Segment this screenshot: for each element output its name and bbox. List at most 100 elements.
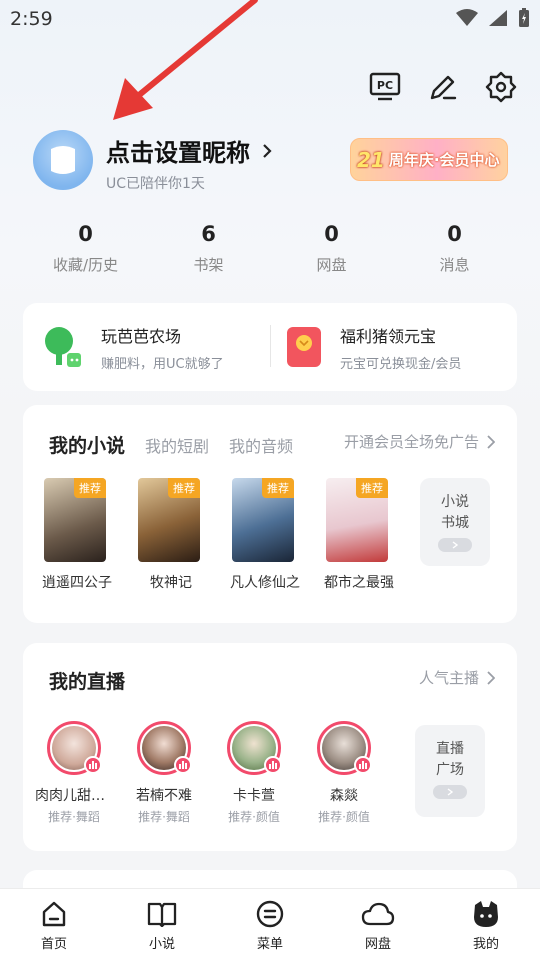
streamer-name: 若楠不难 <box>136 788 192 804</box>
anniversary-number: 21 <box>357 147 385 172</box>
stat-label: 网盘 <box>316 256 347 274</box>
live-indicator-icon <box>84 756 102 774</box>
streamer-tag: 推荐·舞蹈 <box>48 810 100 824</box>
set-nickname-link[interactable]: 点击设置昵称 <box>106 133 272 168</box>
chevron-right-icon <box>263 143 272 158</box>
wifi-icon <box>456 9 478 26</box>
nav-novel[interactable]: 小说 <box>108 889 216 960</box>
recommend-tag: 推荐 <box>356 478 388 498</box>
streamer-item[interactable]: 卡卡萱 推荐·颜值 <box>215 721 293 825</box>
book-title: 逍遥四公子 <box>42 575 112 591</box>
pig-promo[interactable]: 福利猪领元宝 元宝可兑换现金/会员 <box>270 323 517 372</box>
streamer-name: 森燚 <box>330 788 358 804</box>
promo-title: 福利猪领元宝 <box>340 326 437 346</box>
status-icons <box>456 8 530 28</box>
live-indicator-icon <box>354 756 372 774</box>
vip-center-button[interactable]: 21 周年庆·会员中心 <box>350 138 508 181</box>
streamer-item[interactable]: 肉肉儿甜歌… 推荐·舞蹈 <box>35 721 113 825</box>
nav-mine[interactable]: 我的 <box>432 889 540 960</box>
streamer-list: 肉肉儿甜歌… 推荐·舞蹈 若楠不难 推荐·舞蹈 卡卡萱 推荐·颜值 森燚 推荐·… <box>35 721 383 825</box>
live-plaza-button[interactable]: 直播 广场 <box>415 725 485 817</box>
book-item[interactable]: 推荐 牧神记 <box>133 478 205 592</box>
streamer-name: 肉肉儿甜歌… <box>35 788 113 804</box>
live-indicator-icon <box>174 756 192 774</box>
farm-promo[interactable]: 玩芭芭农场 赚肥料，用UC就够了 <box>23 323 270 372</box>
tab-my-novels[interactable]: 我的小说 <box>49 431 125 458</box>
popular-hosts-label: 人气主播 <box>418 669 479 687</box>
book-title: 都市之最强 <box>324 575 394 591</box>
recommend-tag: 推荐 <box>262 478 294 498</box>
tree-icon <box>45 327 81 367</box>
signal-icon <box>489 10 507 26</box>
novel-store-line2: 书城 <box>441 515 469 531</box>
pc-button[interactable]: PC <box>368 70 402 104</box>
chevron-right-icon <box>487 670 495 685</box>
nav-label: 菜单 <box>256 937 283 952</box>
book-title: 凡人修仙之 <box>230 575 300 591</box>
nav-label: 网盘 <box>364 937 391 952</box>
vip-center-label: 周年庆·会员中心 <box>388 151 500 169</box>
tab-my-audio[interactable]: 我的音频 <box>229 433 293 457</box>
stat-favorites[interactable]: 0 收藏/历史 <box>24 222 147 275</box>
novel-store-button[interactable]: 小说 书城 <box>420 478 490 566</box>
streamer-tag: 推荐·颜值 <box>228 810 280 824</box>
nav-menu[interactable]: 菜单 <box>216 889 324 960</box>
book-item[interactable]: 推荐 凡人修仙之 <box>227 478 300 592</box>
settings-button[interactable] <box>484 70 518 104</box>
nav-cloud[interactable]: 网盘 <box>324 889 432 960</box>
nickname-text: 点击设置昵称 <box>106 139 250 167</box>
status-time: 2:59 <box>10 8 53 30</box>
stat-cloud-drive[interactable]: 0 网盘 <box>270 222 393 275</box>
gear-icon <box>485 71 517 103</box>
stat-value: 0 <box>447 222 462 246</box>
live-section-title: 我的直播 <box>49 671 126 693</box>
nav-home[interactable]: 首页 <box>0 889 108 960</box>
arrow-pill <box>438 538 472 552</box>
stat-messages[interactable]: 0 消息 <box>393 222 516 275</box>
book-cover: 推荐 <box>232 478 294 562</box>
stat-value: 0 <box>78 222 93 246</box>
streamer-avatar <box>227 721 282 775</box>
promo-title: 玩芭芭农场 <box>101 326 182 346</box>
stat-value: 6 <box>201 222 216 246</box>
novel-store-line1: 小说 <box>441 494 469 510</box>
streamer-item[interactable]: 若楠不难 推荐·舞蹈 <box>125 721 203 825</box>
streamer-tag: 推荐·舞蹈 <box>138 810 190 824</box>
stat-label: 收藏/历史 <box>52 256 119 274</box>
my-novels-card: 我的小说 我的短剧 我的音频 开通会员全场免广告 推荐 逍遥四公子 推荐 牧神记… <box>23 405 517 623</box>
home-icon <box>42 901 66 927</box>
avatar[interactable] <box>33 130 93 190</box>
chevron-right-icon <box>487 434 495 449</box>
streamer-item[interactable]: 森燚 推荐·颜值 <box>305 721 383 825</box>
tab-my-dramas[interactable]: 我的短剧 <box>145 433 209 457</box>
streamer-avatar <box>47 721 102 775</box>
live-indicator-icon <box>264 756 282 774</box>
edit-button[interactable] <box>426 70 460 104</box>
bottom-nav: 首页 小说 菜单 网盘 我的 <box>0 888 540 960</box>
header-actions: PC <box>368 70 518 104</box>
book-list: 推荐 逍遥四公子 推荐 牧神记 推荐 凡人修仙之 推荐 都市之最强 <box>39 478 394 592</box>
vip-ad-free-link[interactable]: 开通会员全场免广告 <box>344 431 495 452</box>
chevron-right-icon <box>447 788 453 796</box>
promo-card: 玩芭芭农场 赚肥料，用UC就够了 福利猪领元宝 元宝可兑换现金/会员 <box>23 303 517 391</box>
recommend-tag: 推荐 <box>168 478 200 498</box>
red-envelope-icon <box>287 327 321 367</box>
my-live-card: 我的直播 人气主播 肉肉儿甜歌… 推荐·舞蹈 若楠不难 推荐·舞蹈 卡卡萱 推荐… <box>23 643 517 851</box>
nav-label: 小说 <box>148 937 175 952</box>
book-cover: 推荐 <box>138 478 200 562</box>
promo-subtitle: 元宝可兑换现金/会员 <box>340 356 462 372</box>
pc-icon: PC <box>369 72 401 101</box>
promo-subtitle: 赚肥料，用UC就够了 <box>101 356 224 372</box>
pc-label: PC <box>377 79 393 92</box>
annotation-arrow <box>113 0 258 120</box>
live-plaza-line2: 广场 <box>436 762 464 778</box>
stat-bookshelf[interactable]: 6 书架 <box>147 222 270 275</box>
menu-icon <box>256 900 284 928</box>
book-item[interactable]: 推荐 逍遥四公子 <box>39 478 112 592</box>
book-cover: 推荐 <box>326 478 388 562</box>
stat-label: 消息 <box>439 256 470 274</box>
popular-hosts-link[interactable]: 人气主播 <box>419 667 495 688</box>
status-bar: 2:59 <box>0 0 540 36</box>
book-item[interactable]: 推荐 都市之最强 <box>321 478 394 592</box>
book-title: 牧神记 <box>150 575 192 591</box>
